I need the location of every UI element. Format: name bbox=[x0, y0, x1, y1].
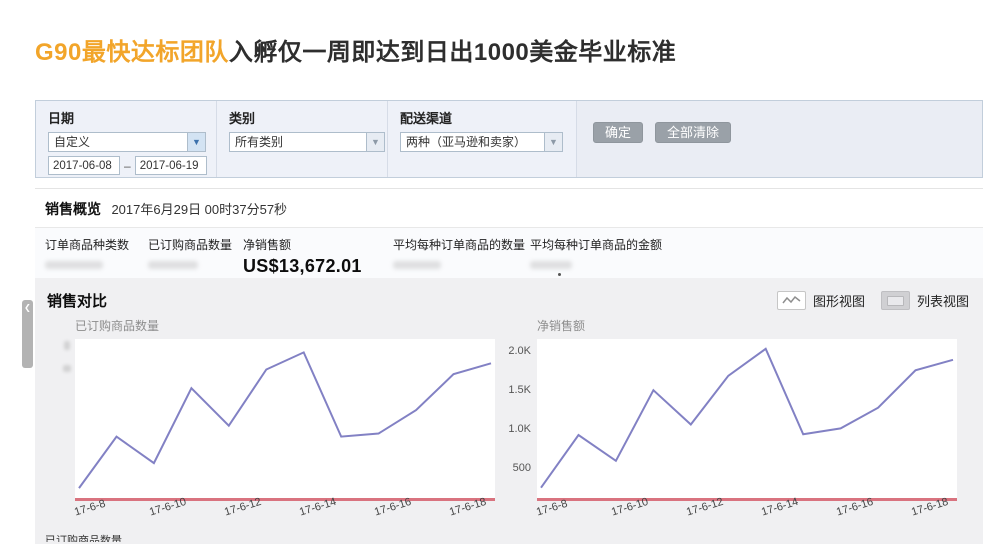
x-axis: 17-6-817-6-1017-6-1217-6-1417-6-1617-6-1… bbox=[537, 501, 957, 531]
date-from-input[interactable] bbox=[48, 156, 120, 175]
metric-label: 平均每种订单商品的数量 bbox=[393, 236, 530, 253]
obscured-y-label bbox=[63, 365, 71, 372]
date-preset-select[interactable]: 自定义 ▼ bbox=[48, 132, 206, 152]
redacted-value bbox=[45, 261, 103, 269]
chevron-down-icon: ▼ bbox=[544, 133, 562, 151]
x-axis: 17-6-817-6-1017-6-1217-6-1417-6-1617-6-1… bbox=[75, 501, 495, 531]
date-to-input[interactable] bbox=[135, 156, 207, 175]
date-range: – bbox=[48, 156, 216, 175]
date-filter-section: 日期 自定义 ▼ – bbox=[36, 101, 216, 177]
plot-area bbox=[537, 339, 957, 501]
page-title-highlight: G90最快达标团队 bbox=[35, 39, 229, 66]
y-tick-label: 500 bbox=[513, 462, 531, 474]
sales-compare-title: 销售对比 bbox=[47, 290, 107, 311]
charts-row: 已订购商品数量 17-6-817-6-1017-6-1217-6-1417-6-… bbox=[35, 317, 983, 531]
channel-filter-section: 配送渠道 两种（亚马逊和卖家） ▼ bbox=[388, 101, 576, 177]
metric-units-ordered: 已订购商品数量 bbox=[148, 236, 243, 277]
channel-select[interactable]: 两种（亚马逊和卖家） ▼ bbox=[400, 132, 563, 152]
sales-overview-section: 销售概览 2017年6月29日 00时37分57秒 订单商品种类数 已订购商品数… bbox=[35, 188, 983, 290]
graph-view-label: 图形视图 bbox=[813, 291, 865, 310]
y-tick-label: 1.0K bbox=[508, 423, 531, 435]
net-sales-chart: 净销售额 500 1.0K 1.5K 2.0K 17-6-817-6-1017-6-1… bbox=[501, 317, 957, 531]
category-select[interactable]: 所有类别 ▼ bbox=[229, 132, 385, 152]
net-sales-value: US$13,672.01 bbox=[243, 256, 393, 277]
chevron-left-icon: ❮ bbox=[22, 303, 33, 313]
metric-label: 订单商品种类数 bbox=[45, 236, 148, 253]
redacted-value bbox=[148, 261, 198, 269]
collapse-panel-tab[interactable]: ❮ bbox=[22, 300, 33, 368]
table-icon bbox=[881, 291, 910, 310]
redacted-value bbox=[393, 261, 441, 269]
date-preset-value: 自定义 bbox=[49, 133, 187, 151]
redacted-dot bbox=[558, 273, 561, 276]
date-range-separator: – bbox=[120, 159, 135, 173]
obscured-y-label bbox=[64, 341, 70, 350]
metric-avg-units-per-item: 平均每种订单商品的数量 bbox=[393, 236, 530, 277]
filter-panel: 日期 自定义 ▼ – 类别 所有类别 ▼ 配送渠道 两种（亚马逊和卖家） bbox=[35, 100, 983, 178]
category-value: 所有类别 bbox=[230, 133, 366, 151]
x-tick-label: 17-6-8 bbox=[535, 498, 569, 519]
category-filter-label: 类别 bbox=[229, 108, 387, 127]
chart-title: 净销售额 bbox=[537, 317, 957, 334]
list-view-label: 列表视图 bbox=[917, 291, 969, 310]
chevron-down-icon: ▼ bbox=[366, 133, 384, 151]
orders-quantity-chart: 已订购商品数量 17-6-817-6-1017-6-1217-6-1417-6-… bbox=[59, 317, 495, 531]
clear-all-button[interactable]: 全部清除 bbox=[655, 122, 731, 143]
metric-net-sales: 净销售额 US$13,672.01 bbox=[243, 236, 393, 277]
page-title: G90最快达标团队入孵仅一周即达到日出1000美金毕业标准 bbox=[35, 32, 676, 67]
view-toggles: 图形视图 列表视图 bbox=[777, 291, 969, 310]
y-tick-label: 1.5K bbox=[508, 384, 531, 396]
chart-title: 已订购商品数量 bbox=[75, 317, 495, 334]
chart-legend-clipped: 已订购商品数量 bbox=[45, 532, 122, 542]
metric-label: 平均每种订单商品的金额 bbox=[530, 236, 983, 253]
line-series bbox=[79, 352, 491, 488]
dashboard-page: G90最快达标团队入孵仅一周即达到日出1000美金毕业标准 日期 自定义 ▼ –… bbox=[0, 0, 1000, 560]
sales-overview-timestamp: 2017年6月29日 00时37分57秒 bbox=[111, 202, 287, 217]
filter-actions: 确定 全部清除 bbox=[576, 101, 982, 177]
y-tick-label: 2.0K bbox=[508, 345, 531, 357]
graph-view-button[interactable]: 图形视图 bbox=[777, 291, 865, 310]
channel-value: 两种（亚马逊和卖家） bbox=[401, 133, 544, 151]
sales-overview-title: 销售概览 bbox=[45, 201, 101, 217]
metric-avg-amount-per-item: 平均每种订单商品的金额 bbox=[530, 236, 983, 277]
line-chart-icon bbox=[777, 291, 806, 310]
metric-label: 已订购商品数量 bbox=[148, 236, 243, 253]
sales-compare-header: 销售对比 图形视图 列表视图 bbox=[35, 278, 983, 313]
sales-compare-section: 销售对比 图形视图 列表视图 已订购商品数量 bbox=[35, 278, 983, 544]
line-series bbox=[541, 349, 953, 488]
confirm-button[interactable]: 确定 bbox=[593, 122, 643, 143]
metric-label: 净销售额 bbox=[243, 236, 393, 253]
sales-overview-header: 销售概览 2017年6月29日 00时37分57秒 bbox=[35, 188, 983, 227]
date-filter-label: 日期 bbox=[48, 108, 216, 127]
chevron-down-icon: ▼ bbox=[187, 133, 205, 151]
metric-order-item-types: 订单商品种类数 bbox=[45, 236, 148, 277]
page-title-rest: 入孵仅一周即达到日出1000美金毕业标准 bbox=[229, 39, 676, 66]
y-axis bbox=[59, 339, 75, 501]
channel-filter-label: 配送渠道 bbox=[400, 108, 576, 127]
y-axis: 500 1.0K 1.5K 2.0K bbox=[501, 339, 537, 501]
redacted-value bbox=[530, 261, 572, 269]
x-tick-label: 17-6-8 bbox=[73, 498, 107, 519]
list-view-button[interactable]: 列表视图 bbox=[881, 291, 969, 310]
plot-area bbox=[75, 339, 495, 501]
category-filter-section: 类别 所有类别 ▼ bbox=[217, 101, 387, 177]
